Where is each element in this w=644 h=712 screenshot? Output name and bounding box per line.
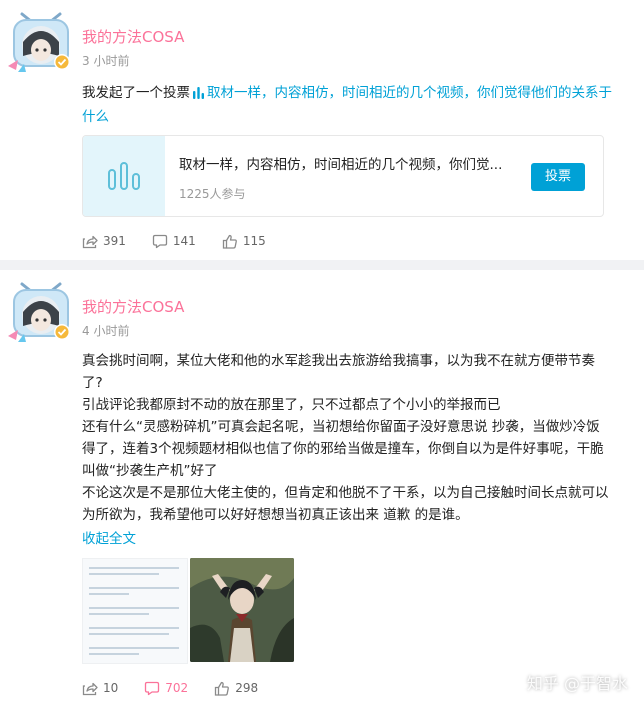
share-count: 10 (103, 681, 119, 695)
avatar[interactable] (6, 276, 76, 344)
comment-icon (145, 681, 160, 695)
share-icon (82, 682, 98, 695)
comment-icon (152, 234, 168, 248)
author-name[interactable]: 我的方法COSA (82, 296, 184, 317)
post-paragraph: 真会挑时间啊，某位大佬和他的水军趁我出去旅游给我搞事，以为我不在就方便带节奏了? (82, 353, 595, 391)
collapse-text-link[interactable]: 收起全文 (82, 527, 136, 547)
like-button[interactable]: 298 (214, 681, 258, 696)
author-name[interactable]: 我的方法COSA (82, 26, 184, 47)
anime-character-image[interactable] (190, 558, 294, 662)
vote-chart-icon (192, 84, 205, 106)
like-count: 298 (235, 681, 259, 695)
post-paragraph: 不论这次是不是那位大佬主使的，但肯定和他脱不了干系，以为自己接触时间长点就可以为… (82, 485, 609, 523)
card-divider (0, 260, 644, 270)
comment-count: 702 (165, 681, 189, 695)
action-bar: 10 702 298 (82, 678, 284, 698)
vote-participant-count: 1225人参与 (179, 187, 246, 201)
post-text: 我发起了一个投票 取材一样，内容相仿，时间相近的几个视频，你们觉得他们的关系于什么 (82, 82, 612, 128)
share-button[interactable]: 10 (82, 681, 118, 696)
share-count: 391 (103, 234, 126, 248)
post-text-prefix: 我发起了一个投票 (82, 85, 190, 101)
vote-title[interactable]: 取材一样，内容相仿，时间相近的几个视频，你们觉... (179, 153, 519, 173)
vote-thumbnail (83, 136, 165, 216)
post-text: 真会挑时间啊，某位大佬和他的水军趁我出去旅游给我搞事，以为我不在就方便带节奏了?… (82, 350, 612, 526)
vote-card[interactable]: 取材一样，内容相仿，时间相近的几个视频，你们觉... 1225人参与 投票 (82, 135, 604, 217)
comment-button[interactable]: 702 (144, 681, 188, 696)
thumbs-up-icon (222, 234, 237, 249)
thumbs-up-icon (215, 681, 230, 696)
comment-count: 141 (172, 234, 196, 248)
vote-chart-icon (108, 162, 140, 190)
post-time[interactable]: 4 小时前 (82, 322, 129, 339)
like-button[interactable]: 115 (222, 234, 266, 249)
vote-button[interactable]: 投票 (531, 163, 585, 191)
comment-button[interactable]: 141 (152, 234, 196, 249)
share-icon (82, 235, 98, 248)
dynamic-card-2: 我的方法COSA 4 小时前 真会挑时间啊，某位大佬和他的水军趁我出去旅游给我搞… (0, 270, 644, 712)
action-bar: 391 141 115 (82, 231, 292, 251)
dynamic-card-1: 我的方法COSA 3 小时前 我发起了一个投票 取材一样，内容相仿，时间相近的几个… (0, 0, 644, 260)
post-paragraph: 引战评论我都原封不动的放在那里了，只不过都点了个小小的举报而已 (82, 397, 501, 413)
watermark: 知乎 @于智水 (526, 674, 628, 693)
screenshot-image[interactable] (82, 558, 188, 664)
share-button[interactable]: 391 (82, 234, 126, 249)
post-paragraph: 还有什么“灵感粉碎机”可真会起名呢，当初想给你留面子没好意思说 抄袭，当做炒冷饭… (82, 419, 604, 479)
like-count: 115 (242, 234, 266, 248)
post-time[interactable]: 3 小时前 (82, 52, 129, 69)
avatar[interactable] (6, 6, 76, 74)
